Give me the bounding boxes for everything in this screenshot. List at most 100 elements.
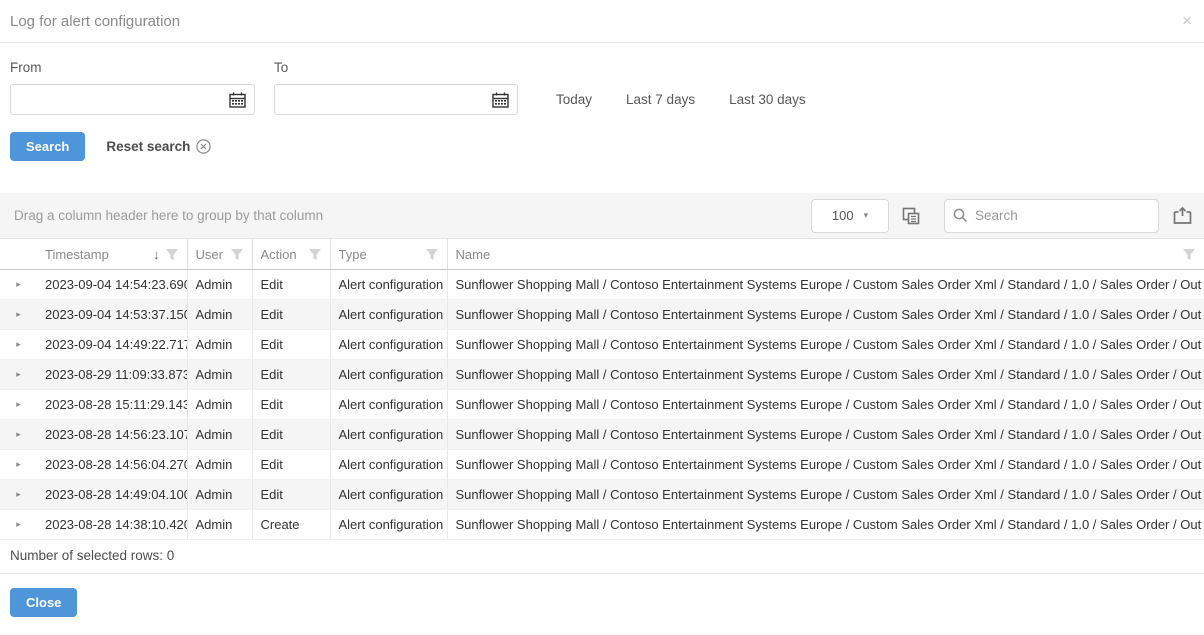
from-date-input[interactable] bbox=[11, 85, 220, 114]
cell-name: Sunflower Shopping Mall / Contoso Entert… bbox=[447, 480, 1204, 510]
table-row[interactable]: ▸2023-08-28 15:11:29.143AdminEditAlert c… bbox=[0, 390, 1204, 420]
cell-timestamp: 2023-08-28 14:56:23.107 bbox=[37, 420, 187, 450]
cell-type: Alert configuration bbox=[330, 330, 447, 360]
cell-user: Admin bbox=[187, 420, 252, 450]
cell-timestamp: 2023-09-04 14:49:22.717 bbox=[37, 330, 187, 360]
search-icon bbox=[953, 208, 968, 223]
search-button[interactable]: Search bbox=[10, 132, 85, 161]
cell-user: Admin bbox=[187, 270, 252, 300]
from-date-field[interactable] bbox=[10, 84, 255, 115]
cell-type: Alert configuration bbox=[330, 510, 447, 540]
table-row[interactable]: ▸2023-08-28 14:38:10.420AdminCreateAlert… bbox=[0, 510, 1204, 540]
table-row[interactable]: ▸2023-09-04 14:54:23.690AdminEditAlert c… bbox=[0, 270, 1204, 300]
selected-rows-status: Number of selected rows: 0 bbox=[0, 540, 1204, 573]
column-header-user[interactable]: User bbox=[187, 239, 252, 270]
cell-type: Alert configuration bbox=[330, 270, 447, 300]
table-row[interactable]: ▸2023-08-28 14:49:04.100AdminEditAlert c… bbox=[0, 480, 1204, 510]
table-body: ▸2023-09-04 14:54:23.690AdminEditAlert c… bbox=[0, 270, 1204, 540]
row-expand-icon[interactable]: ▸ bbox=[0, 420, 37, 450]
row-expand-icon[interactable]: ▸ bbox=[0, 360, 37, 390]
row-expand-icon[interactable]: ▸ bbox=[0, 450, 37, 480]
calendar-icon bbox=[229, 92, 246, 108]
column-header-timestamp[interactable]: Timestamp ↓ bbox=[37, 239, 187, 270]
cell-user: Admin bbox=[187, 450, 252, 480]
cell-name: Sunflower Shopping Mall / Contoso Entert… bbox=[447, 300, 1204, 330]
column-label: Type bbox=[339, 247, 425, 262]
column-label: Timestamp bbox=[45, 247, 153, 262]
quick-link-today[interactable]: Today bbox=[556, 92, 592, 107]
quick-link-last-7-days[interactable]: Last 7 days bbox=[626, 92, 695, 107]
export-button[interactable] bbox=[1173, 207, 1192, 225]
cell-action: Create bbox=[252, 510, 330, 540]
cell-action: Edit bbox=[252, 360, 330, 390]
close-icon[interactable]: × bbox=[1182, 12, 1192, 29]
cell-user: Admin bbox=[187, 390, 252, 420]
row-expand-icon[interactable]: ▸ bbox=[0, 510, 37, 540]
page-size-dropdown[interactable]: 100 ▾ bbox=[811, 199, 889, 233]
log-table: Timestamp ↓ User bbox=[0, 238, 1204, 540]
column-header-name[interactable]: Name bbox=[447, 239, 1204, 270]
table-row[interactable]: ▸2023-09-04 14:53:37.150AdminEditAlert c… bbox=[0, 300, 1204, 330]
table-row[interactable]: ▸2023-08-28 14:56:23.107AdminEditAlert c… bbox=[0, 420, 1204, 450]
table-row[interactable]: ▸2023-08-28 14:56:04.270AdminEditAlert c… bbox=[0, 450, 1204, 480]
column-header-type[interactable]: Type bbox=[330, 239, 447, 270]
close-button[interactable]: Close bbox=[10, 588, 77, 617]
page-title: Log for alert configuration bbox=[10, 13, 1194, 30]
cell-timestamp: 2023-09-04 14:54:23.690 bbox=[37, 270, 187, 300]
cell-timestamp: 2023-09-04 14:53:37.150 bbox=[37, 300, 187, 330]
to-calendar-button[interactable] bbox=[489, 90, 511, 110]
table-header-row: Timestamp ↓ User bbox=[0, 239, 1204, 270]
cell-name: Sunflower Shopping Mall / Contoso Entert… bbox=[447, 360, 1204, 390]
cell-user: Admin bbox=[187, 300, 252, 330]
cell-type: Alert configuration bbox=[330, 480, 447, 510]
cell-type: Alert configuration bbox=[330, 360, 447, 390]
cell-action: Edit bbox=[252, 450, 330, 480]
from-calendar-button[interactable] bbox=[226, 90, 248, 110]
cell-timestamp: 2023-08-28 14:56:04.270 bbox=[37, 450, 187, 480]
cell-name: Sunflower Shopping Mall / Contoso Entert… bbox=[447, 390, 1204, 420]
quick-links: Today Last 7 days Last 30 days bbox=[556, 92, 840, 115]
row-expand-icon[interactable]: ▸ bbox=[0, 300, 37, 330]
copy-button[interactable] bbox=[902, 207, 920, 225]
modal-footer: Close bbox=[0, 574, 1204, 631]
grid-search-field[interactable] bbox=[944, 199, 1159, 233]
filter-funnel-icon[interactable] bbox=[230, 248, 244, 261]
filter-funnel-icon[interactable] bbox=[308, 248, 322, 261]
grid-search-input[interactable] bbox=[975, 208, 1150, 223]
reset-search-button[interactable]: Reset search bbox=[106, 139, 211, 154]
copy-icon bbox=[902, 207, 920, 225]
modal-header: Log for alert configuration × bbox=[0, 0, 1204, 43]
group-panel[interactable]: Drag a column header here to group by th… bbox=[14, 208, 811, 223]
cell-type: Alert configuration bbox=[330, 450, 447, 480]
sort-descending-icon[interactable]: ↓ bbox=[153, 247, 160, 262]
export-icon bbox=[1173, 207, 1192, 225]
calendar-icon bbox=[492, 92, 509, 108]
from-date-group: From bbox=[10, 60, 255, 115]
row-expand-icon[interactable]: ▸ bbox=[0, 480, 37, 510]
cell-name: Sunflower Shopping Mall / Contoso Entert… bbox=[447, 420, 1204, 450]
to-date-field[interactable] bbox=[274, 84, 518, 115]
log-grid: Drag a column header here to group by th… bbox=[0, 193, 1204, 573]
filter-section: From bbox=[0, 43, 1204, 161]
to-date-input[interactable] bbox=[275, 85, 483, 114]
reset-search-label: Reset search bbox=[106, 139, 190, 154]
cell-type: Alert configuration bbox=[330, 390, 447, 420]
cell-timestamp: 2023-08-29 11:09:33.873 bbox=[37, 360, 187, 390]
column-label: User bbox=[196, 247, 230, 262]
cell-type: Alert configuration bbox=[330, 420, 447, 450]
quick-link-last-30-days[interactable]: Last 30 days bbox=[729, 92, 806, 107]
table-row[interactable]: ▸2023-08-29 11:09:33.873AdminEditAlert c… bbox=[0, 360, 1204, 390]
row-expand-icon[interactable]: ▸ bbox=[0, 330, 37, 360]
cell-action: Edit bbox=[252, 300, 330, 330]
cell-user: Admin bbox=[187, 360, 252, 390]
row-expand-icon[interactable]: ▸ bbox=[0, 390, 37, 420]
column-header-action[interactable]: Action bbox=[252, 239, 330, 270]
filter-funnel-icon[interactable] bbox=[165, 248, 179, 261]
cell-action: Edit bbox=[252, 270, 330, 300]
column-label: Action bbox=[261, 247, 308, 262]
filter-funnel-icon[interactable] bbox=[425, 248, 439, 261]
filter-funnel-icon[interactable] bbox=[1182, 248, 1196, 261]
table-row[interactable]: ▸2023-09-04 14:49:22.717AdminEditAlert c… bbox=[0, 330, 1204, 360]
row-expand-icon[interactable]: ▸ bbox=[0, 270, 37, 300]
cell-timestamp: 2023-08-28 14:38:10.420 bbox=[37, 510, 187, 540]
